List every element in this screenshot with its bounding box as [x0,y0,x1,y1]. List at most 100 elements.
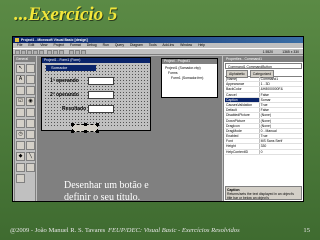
description-text: Returns/sets the text displayed in an ob… [227,192,294,200]
form-caption: Somador [46,65,96,71]
new-project-icon[interactable] [15,50,20,55]
property-name: Enabled [225,134,260,139]
run-icon[interactable] [69,50,74,55]
textbox-operando2[interactable] [88,91,114,99]
property-value[interactable]: 0 [260,150,302,154]
menu-debug[interactable]: Debug [87,43,97,47]
tree-item-form1[interactable]: Form1 (Somador.frm) [165,76,214,81]
vscrollbar-icon[interactable] [26,119,35,128]
menu-format[interactable]: Format [70,43,81,47]
textbox-operando1[interactable] [88,77,114,85]
menu-query[interactable]: Query [115,43,124,47]
resize-handle[interactable] [84,123,87,126]
property-name: (Name) [225,77,260,82]
property-value[interactable]: False [260,93,302,97]
image-icon[interactable] [16,163,25,172]
cut-icon[interactable] [47,50,52,55]
resize-handle[interactable] [71,130,74,133]
ide-title: Project1 - Microsoft Visual Basic [desig… [21,38,88,42]
property-value[interactable]: MS Sans Serif [260,139,302,143]
picturebox-icon[interactable] [26,64,35,73]
command1-button[interactable] [71,123,99,133]
property-value[interactable]: Somar [260,98,302,102]
frame-icon[interactable] [16,86,25,95]
resize-handle[interactable] [96,123,99,126]
toolbox: General ↖ A ☑ ◉ ◷ ◆ ╲ [14,56,36,201]
callout-line-2: definir o seu título. [64,192,141,203]
instruction-callout: Desenhar um botão e definir o seu título… [64,180,149,204]
drivelistbox-icon[interactable] [26,130,35,139]
property-value[interactable]: 1 - 3D [260,82,302,86]
textbox-icon[interactable] [26,75,35,84]
menu-view[interactable]: View [40,43,47,47]
menu-file[interactable]: File [17,43,22,47]
menu-window[interactable]: Window [180,43,192,47]
footer-course: FEUP/DEC: Visual Basic - Exercícios Reso… [108,227,240,234]
save-icon[interactable] [39,50,44,55]
resize-handle[interactable] [71,123,74,126]
label-operando2[interactable]: 2º operando [50,92,79,98]
dirlistbox-icon[interactable] [16,141,25,150]
commandbutton-icon[interactable] [26,86,35,95]
menu-edit[interactable]: Edit [28,43,34,47]
label-icon[interactable]: A [16,75,25,84]
object-selector[interactable]: Command1 CommandButton [225,63,302,69]
property-name: Height [225,144,260,149]
menu-addins[interactable]: Add-Ins [162,43,174,47]
toolbox-title: General [15,57,35,62]
menu-run[interactable]: Run [103,43,109,47]
property-value[interactable]: (None) [260,124,302,128]
open-icon[interactable] [33,50,38,55]
property-name: DragIcon [225,123,260,128]
vb-ide-screenshot: Project1 - Microsoft Visual Basic [desig… [12,36,304,202]
property-value[interactable]: &H8000000F& [260,87,302,91]
stop-icon[interactable] [81,50,86,55]
property-row[interactable]: HelpContextID 0 [225,149,302,155]
property-value[interactable]: True [260,103,302,107]
property-value[interactable]: 0 - Manual [260,129,302,133]
listbox-icon[interactable] [26,108,35,117]
label-operando1[interactable]: 1º operando [50,78,79,84]
property-value[interactable]: 330 [260,144,302,148]
property-name: DisabledPicture [225,113,260,118]
property-name: Font [225,139,260,144]
checkbox-icon[interactable]: ☑ [16,97,25,106]
add-form-icon[interactable] [21,50,26,55]
timer-icon[interactable]: ◷ [16,130,25,139]
properties-grid: (Name) Command1 Appearance 1 - 3D BackColo… [225,76,302,155]
property-name: DragMode [225,128,260,134]
menu-project[interactable]: Project [53,43,64,47]
property-name: DownPicture [225,118,260,123]
data-icon[interactable] [26,163,35,172]
menu-tools[interactable]: Tools [149,43,157,47]
ole-icon[interactable] [16,174,25,183]
callout-line-1: Desenhar um botão e [64,180,149,191]
menu-editor-icon[interactable] [27,50,32,55]
properties-window: Properties - Command1 Command1 CommandBu… [223,56,303,201]
optionbutton-icon[interactable]: ◉ [26,97,35,106]
project-tree: Project1 (Somador.vbp) Forms Form1 (Soma… [162,64,217,83]
property-value[interactable]: False [260,108,302,112]
resize-handle[interactable] [84,130,87,133]
paste-icon[interactable] [59,50,64,55]
hscrollbar-icon[interactable] [16,119,25,128]
filelistbox-icon[interactable] [26,141,35,150]
ide-toolbar: 1.5520 1365 x 330 [13,48,303,55]
textbox-resultado[interactable] [88,105,114,113]
shape-icon[interactable]: ◆ [16,152,25,161]
property-name: Caption [225,97,260,102]
line-icon[interactable]: ╲ [26,152,35,161]
property-value[interactable]: True [260,134,302,138]
menu-help[interactable]: Help [198,43,205,47]
property-value[interactable]: (None) [260,113,302,117]
combobox-icon[interactable] [16,108,25,117]
menu-diagram[interactable]: Diagram [130,43,143,47]
copy-icon[interactable] [53,50,58,55]
pointer-icon[interactable]: ↖ [16,64,25,73]
resize-handle[interactable] [96,130,99,133]
pause-icon[interactable] [75,50,80,55]
property-value[interactable]: (None) [260,119,302,123]
label-resultado[interactable]: Resultado [62,106,86,112]
form-canvas[interactable]: Somador 1º operando 2º operando Resultad… [44,64,148,133]
property-value[interactable]: Command1 [260,77,302,81]
